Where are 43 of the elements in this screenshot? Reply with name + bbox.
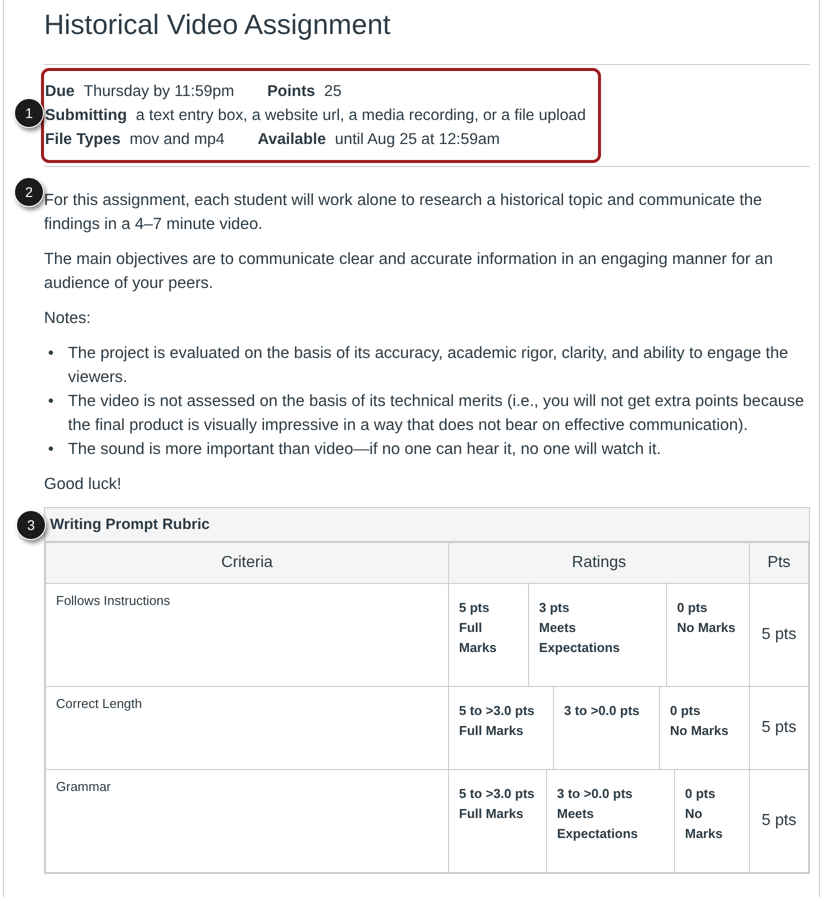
paragraph: For this assignment, each student will work alone to research a historical topic and communicate the findings in a 4–7 minute video. <box>44 190 763 235</box>
list-item: The sound is more important than video—if no one can hear it, no one will watch it. <box>68 439 661 460</box>
detail-value: mov and mp4 <box>130 131 225 148</box>
rubric-title: Writing Prompt Rubric <box>45 508 809 542</box>
rating-cell: 5 to >3.0 pts Full Marks <box>449 770 547 872</box>
detail-value: until Aug 25 at 12:59am <box>334 131 500 148</box>
callout-badge: 2 <box>14 177 44 207</box>
bullet: • <box>47 391 55 412</box>
points-cell: 5 pts <box>750 770 808 872</box>
paragraph: Good luck! <box>44 474 122 495</box>
paragraph: Notes: <box>44 308 92 329</box>
bullet: • <box>47 439 55 460</box>
rating-cell: 3 to >0.0 pts Meets Expectations <box>547 770 675 872</box>
detail-label: File Types <box>45 131 121 148</box>
bullet: • <box>47 343 55 364</box>
page-title: Historical Video Assignment <box>44 8 392 42</box>
rating-cell-text: 0 pts No Marks <box>684 785 724 843</box>
rating-cell-text: 0 pts No Marks <box>669 702 730 740</box>
points-cell: 5 pts <box>750 584 808 686</box>
rating-cell: 5 pts Full Marks <box>449 584 529 686</box>
list-item: The video is not assessed on the basis of its technical merits (i.e., you will not get extra points because the final product is visually impressive in a way that does not bear on effective communication). <box>68 391 806 436</box>
detail-value: a text entry box, a website url, a media recording, or a file upload <box>136 107 586 124</box>
detail-value: 25 <box>324 83 342 100</box>
column-header: Ratings <box>448 542 750 584</box>
criterion-cell: Grammar <box>46 770 448 872</box>
callout-badge: 1 <box>14 98 44 128</box>
detail-label: Submitting <box>45 107 127 124</box>
points-cell: 5 pts <box>750 686 808 770</box>
column-header: Criteria <box>46 542 448 584</box>
callout-badge: 3 <box>16 510 46 540</box>
detail-label: Available <box>258 131 326 148</box>
rating-cell: 3 pts Meets Expectations <box>529 584 667 686</box>
rating-cell: 5 to >3.0 pts Full Marks <box>449 687 554 769</box>
list-item: The project is evaluated on the basis of its accuracy, academic rigor, clarity, and ability to engage the viewers. <box>68 343 790 388</box>
detail-value: Thursday by 11:59pm <box>84 83 234 100</box>
column-header: Pts <box>750 542 808 584</box>
criterion-cell: Follows Instructions <box>46 584 448 686</box>
rating-cell: 3 to >0.0 pts <box>554 687 660 769</box>
criterion-cell: Correct Length <box>46 686 448 770</box>
paragraph: The main objectives are to communicate clear and accurate information in an engaging manner for an audience of your peers. <box>44 249 774 294</box>
detail-label: Points <box>267 83 316 100</box>
rating-cell-text: 0 pts No Marks <box>676 599 737 637</box>
detail-label: Due <box>45 83 75 100</box>
